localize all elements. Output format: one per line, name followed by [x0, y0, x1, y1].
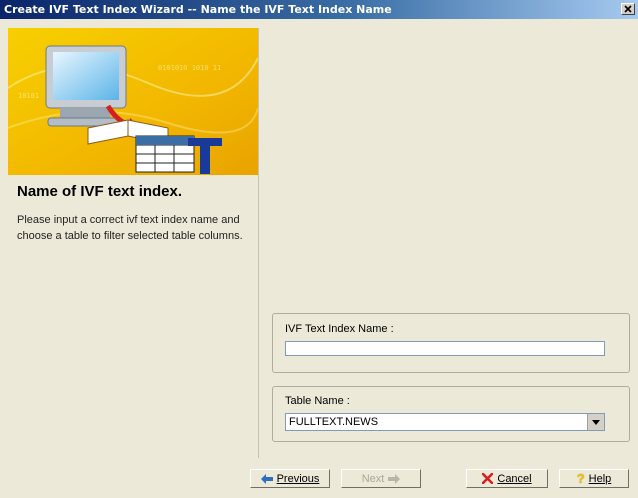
- close-icon: [624, 5, 632, 13]
- cancel-button[interactable]: Cancel: [466, 469, 548, 488]
- index-name-label: IVF Text Index Name :: [285, 323, 394, 335]
- table-name-select[interactable]: FULLTEXT.NEWS: [285, 413, 605, 431]
- form-area: IVF Text Index Name : Table Name : FULLT…: [259, 28, 638, 458]
- svg-text:10101: 10101: [18, 92, 39, 100]
- chevron-down-icon: [592, 419, 600, 425]
- step-heading: Name of IVF text index.: [17, 183, 183, 200]
- help-button[interactable]: ? Help: [559, 469, 629, 488]
- index-name-input[interactable]: [285, 341, 605, 356]
- close-button[interactable]: [621, 3, 635, 15]
- help-label: Help: [588, 472, 612, 485]
- next-button[interactable]: Next: [341, 469, 421, 488]
- wizard-window: Create IVF Text Index Wizard -- Name the…: [0, 0, 638, 498]
- table-dropdown-button[interactable]: [587, 414, 604, 430]
- red-x-icon: [482, 473, 494, 484]
- table-name-value: FULLTEXT.NEWS: [289, 416, 379, 428]
- computer-table-illustration: 0101010 1010 11 10101: [8, 28, 258, 175]
- left-panel: 0101010 1010 11 10101 Name of IVF text i…: [8, 28, 259, 458]
- previous-label: Previous: [276, 472, 320, 485]
- cancel-label: Cancel: [497, 472, 532, 485]
- table-name-label: Table Name :: [285, 395, 350, 407]
- previous-button[interactable]: Previous: [250, 469, 330, 488]
- svg-text:0101010 1010 11: 0101010 1010 11: [158, 64, 221, 72]
- next-label: Next: [361, 472, 385, 485]
- title-bar[interactable]: Create IVF Text Index Wizard -- Name the…: [0, 0, 638, 19]
- question-icon: ?: [576, 471, 585, 486]
- wizard-banner: 0101010 1010 11 10101: [8, 28, 258, 175]
- window-title: Create IVF Text Index Wizard -- Name the…: [4, 3, 392, 16]
- arrow-left-icon: [260, 473, 273, 484]
- arrow-right-icon: [388, 473, 401, 484]
- step-description: Please input a correct ivf text index na…: [17, 214, 243, 242]
